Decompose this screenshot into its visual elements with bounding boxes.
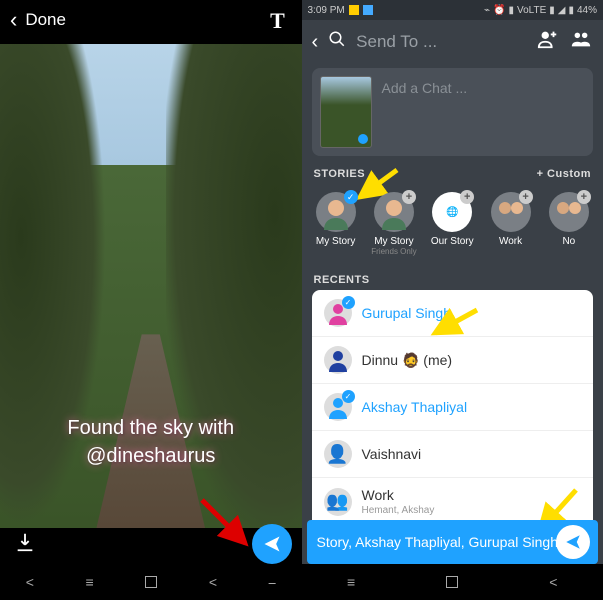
recent-name: Vaishnavi: [362, 446, 422, 462]
status-bt-icon: [363, 5, 373, 15]
status-app-icon: [349, 5, 359, 15]
recent-name: Gurupal Singh: [362, 305, 452, 321]
custom-story-button[interactable]: + Custom: [537, 168, 591, 180]
snap-thumbnail[interactable]: [320, 76, 372, 148]
nav-back-icon[interactable]: <: [209, 574, 217, 590]
status-battery-icon: ▮: [568, 5, 574, 16]
recents-section-header: RECENTS: [302, 266, 603, 290]
send-snap-button[interactable]: [252, 524, 292, 564]
status-signal2-icon: ▮: [549, 5, 555, 16]
done-button[interactable]: ‹ Done: [10, 7, 66, 33]
nav-extra-icon[interactable]: ⎯: [269, 574, 276, 591]
add-chat-input[interactable]: Add a Chat ...: [382, 76, 586, 148]
status-wifi-icon: ◢: [558, 5, 566, 16]
status-signal-icon: ▮: [508, 5, 514, 16]
recent-item[interactable]: Akshay Thapliyal: [312, 384, 594, 431]
story-no[interactable]: No: [543, 192, 595, 256]
nav-home-icon[interactable]: [446, 576, 458, 588]
status-alarm-icon: ⏰: [493, 5, 505, 16]
avatar-icon: 👥: [324, 488, 352, 516]
editor-bottombar: [0, 524, 302, 564]
search-icon[interactable]: [328, 30, 346, 54]
android-nav-bar: < ≡ < ⎯: [0, 564, 302, 600]
status-bt2-icon: ⌁: [484, 5, 490, 16]
nav-recents-icon[interactable]: ≡: [347, 574, 355, 590]
search-input[interactable]: Send To ...: [356, 32, 527, 52]
story-label: Work: [499, 236, 522, 247]
story-my-story[interactable]: My Story: [310, 192, 362, 256]
chevron-left-icon: ‹: [10, 7, 17, 33]
stories-row: My Story My Story Friends Only 🌐 Our Sto…: [302, 184, 603, 266]
save-icon[interactable]: [14, 531, 36, 558]
story-label: My Story: [316, 236, 355, 247]
recent-item[interactable]: Dinnu 🧔 (me): [312, 337, 594, 384]
story-work[interactable]: Work: [484, 192, 536, 256]
send-recipients-text: Story, Akshay Thapliyal, Gurupal Singh: [317, 534, 559, 550]
groups-icon[interactable]: [569, 28, 593, 56]
snap-caption[interactable]: Found the sky with @dineshaurus: [0, 414, 302, 470]
recent-name: Dinnu 🧔 (me): [362, 352, 453, 369]
status-volte: VoLTE: [517, 5, 546, 16]
done-label: Done: [25, 10, 66, 30]
send-confirmation-bar[interactable]: Story, Akshay Thapliyal, Gurupal Singh: [307, 520, 599, 564]
stories-heading: STORIES: [314, 168, 366, 180]
status-battery: 44%: [577, 5, 597, 16]
recent-item[interactable]: 👤 Vaishnavi: [312, 431, 594, 478]
recents-heading: RECENTS: [314, 274, 370, 286]
recent-name: Work: [362, 487, 394, 503]
snap-preview-card: Add a Chat ...: [312, 68, 594, 156]
snap-editor-screen: ‹ Done T: [0, 0, 302, 600]
send-to-header: ‹ Send To ...: [302, 20, 603, 64]
send-go-button[interactable]: [556, 525, 590, 559]
editor-topbar: ‹ Done: [0, 0, 302, 40]
android-nav-bar-2: ≡ <: [302, 564, 603, 600]
add-friend-icon[interactable]: [537, 28, 559, 56]
story-our-story[interactable]: 🌐 Our Story: [426, 192, 478, 256]
story-my-story-friends[interactable]: My Story Friends Only: [368, 192, 420, 256]
send-to-screen: 3:09 PM ⌁ ⏰ ▮ VoLTE ▮ ◢ ▮ 44% ‹ Send To …: [302, 0, 603, 600]
back-button[interactable]: ‹: [312, 31, 319, 54]
avatar-icon: 👤: [324, 440, 352, 468]
avatar-icon: [324, 346, 352, 374]
caption-line2: @dineshaurus: [20, 442, 282, 470]
status-time: 3:09 PM: [308, 5, 345, 16]
recent-name: Akshay Thapliyal: [362, 399, 468, 415]
avatar-icon: [324, 393, 352, 421]
share-icon[interactable]: <: [26, 574, 34, 590]
status-bar: 3:09 PM ⌁ ⏰ ▮ VoLTE ▮ ◢ ▮ 44%: [302, 0, 603, 20]
stories-section: STORIES + Custom: [302, 160, 603, 184]
story-label: No: [562, 236, 575, 247]
nav-back-icon[interactable]: <: [549, 574, 557, 590]
recent-sub: Hemant, Akshay: [362, 505, 435, 516]
story-label: My Story: [374, 236, 413, 247]
avatar-icon: [324, 299, 352, 327]
story-sublabel: Friends Only: [371, 247, 416, 256]
recent-item[interactable]: Gurupal Singh: [312, 290, 594, 337]
text-tool-icon[interactable]: T: [270, 8, 285, 34]
nav-home-icon[interactable]: [145, 576, 157, 588]
story-label: Our Story: [431, 236, 474, 247]
recent-item[interactable]: 👥 Work Hemant, Akshay: [312, 478, 594, 526]
caption-line1: Found the sky with: [20, 414, 282, 442]
globe-icon: 🌐: [432, 192, 472, 232]
nav-recents-icon[interactable]: ≡: [86, 574, 94, 590]
